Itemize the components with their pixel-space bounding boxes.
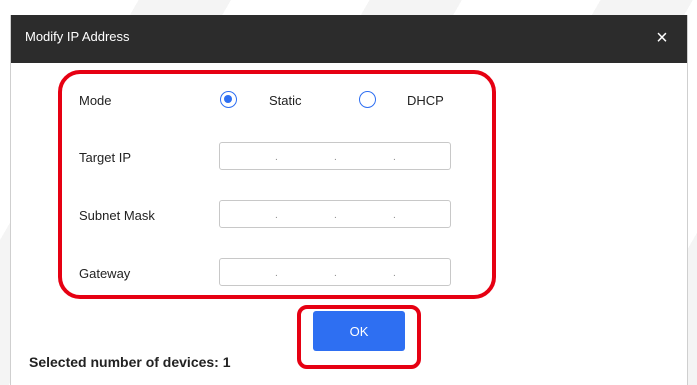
- ip-separator: .: [393, 268, 396, 279]
- ip-separator: .: [334, 210, 337, 221]
- dhcp-radio-label: DHCP: [407, 93, 444, 108]
- static-radio-label: Static: [269, 93, 302, 108]
- ip-separator: .: [275, 152, 278, 163]
- gateway-input[interactable]: . . .: [219, 258, 451, 286]
- ip-separator: .: [393, 210, 396, 221]
- target-ip-input[interactable]: . . .: [219, 142, 451, 170]
- dialog-title: Modify IP Address: [25, 29, 130, 44]
- ip-separator: .: [334, 152, 337, 163]
- ok-button[interactable]: OK: [313, 311, 405, 351]
- subnet-mask-label: Subnet Mask: [79, 208, 155, 223]
- static-radio[interactable]: [220, 91, 237, 108]
- mode-label: Mode: [79, 93, 112, 108]
- modify-ip-dialog: Modify IP Address × Mode Static DHCP Tar…: [10, 15, 688, 385]
- close-icon[interactable]: ×: [651, 27, 673, 49]
- ip-separator: .: [334, 268, 337, 279]
- ip-separator: .: [393, 152, 396, 163]
- dhcp-radio[interactable]: [359, 91, 376, 108]
- gateway-label: Gateway: [79, 266, 131, 281]
- subnet-mask-input[interactable]: . . .: [219, 200, 451, 228]
- selected-devices-count: Selected number of devices: 1: [29, 354, 231, 370]
- ip-separator: .: [275, 210, 278, 221]
- ip-separator: .: [275, 268, 278, 279]
- target-ip-label: Target IP: [79, 150, 132, 165]
- dialog-titlebar: Modify IP Address ×: [11, 15, 687, 63]
